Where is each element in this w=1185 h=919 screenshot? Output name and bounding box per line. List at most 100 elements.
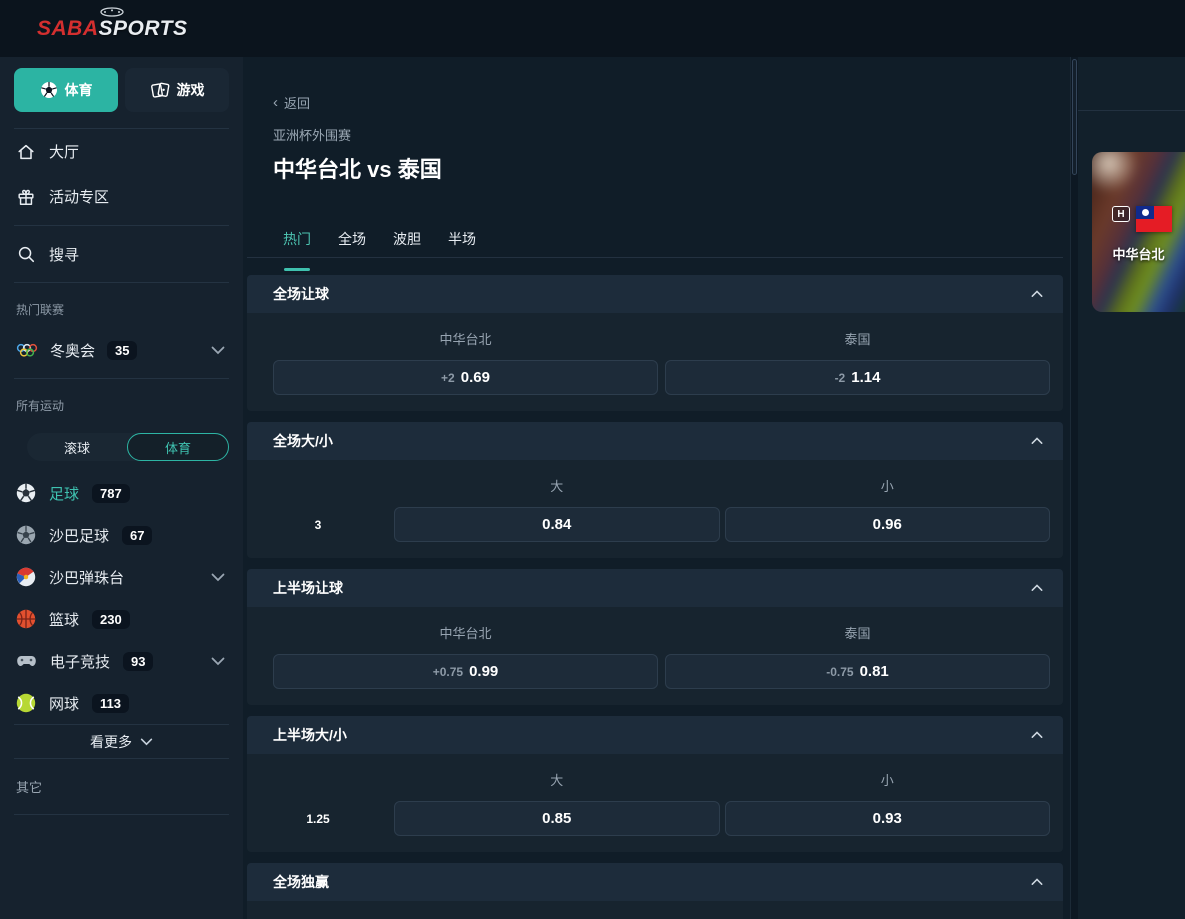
chevron-down-icon[interactable] [211, 657, 225, 666]
column-header-away: 泰国 [665, 329, 1050, 348]
handicap-line: +2 [441, 371, 455, 385]
league-label: 冬奥会 [50, 340, 95, 361]
scrollbar-thumb[interactable] [1072, 59, 1077, 175]
sidebar-item-winter-olympics[interactable]: 冬奥会 35 [0, 322, 243, 378]
column-header-under: 小 [725, 476, 1051, 495]
odds-button-away[interactable]: -2 1.14 [665, 360, 1050, 395]
tennis-icon [16, 693, 36, 713]
market-body: 中华台北 泰国 +2 0.69 -2 1.14 [247, 313, 1063, 411]
odds-button-over[interactable]: 0.84 [394, 507, 720, 542]
games-nav-label: 游戏 [177, 80, 205, 100]
market-header[interactable]: 上半场大/小 [247, 716, 1063, 754]
chevron-up-icon[interactable] [1031, 731, 1043, 739]
column-header-home: 中华台北 [273, 623, 658, 642]
odds-button-home[interactable]: +2 0.69 [273, 360, 658, 395]
tab-hot[interactable]: 热门 [283, 229, 311, 257]
odds-value: 0.69 [461, 369, 490, 386]
chevron-down-icon[interactable] [211, 573, 225, 582]
sports-nav-label: 体育 [65, 80, 93, 100]
sidebar-item-promotions[interactable]: 活动专区 [0, 174, 243, 219]
stadium-photo [1092, 152, 1185, 312]
count-badge: 113 [92, 694, 129, 713]
market-title: 上半场大/小 [273, 725, 347, 745]
sidebar-item-label: 大厅 [49, 141, 79, 162]
sidebar-item-lobby[interactable]: 大厅 [0, 129, 243, 174]
market-title: 上半场让球 [273, 578, 343, 598]
home-team-card[interactable]: H 中华台北 [1092, 152, 1185, 312]
divider [14, 758, 229, 759]
brand-logo[interactable]: SABA SPORTS [37, 17, 187, 41]
chevron-up-icon[interactable] [1031, 584, 1043, 592]
odds-value: 1.14 [851, 369, 880, 386]
sport-label: 沙巴弹珠台 [49, 567, 124, 588]
chevron-down-icon [140, 738, 153, 746]
back-button[interactable]: ‹ 返回 [273, 93, 310, 112]
gift-icon [16, 187, 36, 207]
odds-button-over[interactable]: 0.85 [394, 801, 720, 836]
sidebar-item-saba-pinball[interactable]: 沙巴弹珠台 [0, 556, 243, 598]
market-title: 全场让球 [273, 284, 329, 304]
chevron-up-icon[interactable] [1031, 878, 1043, 886]
brand-logo-saba: SABA [37, 17, 99, 41]
sports-list: 足球 787 沙巴足球 67 沙巴弹珠台 [0, 472, 243, 724]
search-label: 搜寻 [49, 244, 79, 265]
count-badge: 93 [123, 652, 153, 671]
market-header[interactable]: 全场独赢 [247, 863, 1063, 901]
taiwan-flag-icon [1136, 206, 1172, 232]
market-title: 全场大/小 [273, 431, 333, 451]
soccer-ball-icon [40, 81, 58, 99]
cards-icon [150, 81, 170, 99]
market-ft-1x2: 全场独赢 中华台北 和局 泰国 [247, 863, 1063, 919]
sidebar-item-basketball[interactable]: 篮球 230 [0, 598, 243, 640]
odds-button-under[interactable]: 0.93 [725, 801, 1051, 836]
tab-halftime[interactable]: 半场 [448, 229, 476, 257]
sport-label: 足球 [49, 483, 79, 504]
back-label: 返回 [284, 93, 310, 112]
odds-value: 0.99 [469, 663, 498, 680]
hot-leagues-label: 热门联赛 [16, 301, 227, 318]
sidebar-item-tennis[interactable]: 网球 113 [0, 682, 243, 724]
home-icon [16, 142, 36, 162]
chevron-down-icon[interactable] [211, 346, 225, 355]
olympic-rings-icon [16, 343, 38, 358]
market-header[interactable]: 全场让球 [247, 275, 1063, 313]
all-sports-label: 所有运动 [16, 397, 227, 414]
odds-button-away[interactable]: -0.75 0.81 [665, 654, 1050, 689]
odds-button-under[interactable]: 0.96 [725, 507, 1051, 542]
sidebar-item-soccer[interactable]: 足球 787 [0, 472, 243, 514]
market-header[interactable]: 上半场让球 [247, 569, 1063, 607]
toggle-live[interactable]: 滚球 [27, 433, 127, 461]
sport-label: 沙巴足球 [49, 525, 109, 546]
tab-fulltime[interactable]: 全场 [338, 229, 366, 257]
sidebar-item-esports[interactable]: 电子竞技 93 [0, 640, 243, 682]
toggle-sports[interactable]: 体育 [127, 433, 229, 461]
top-header: SABA SPORTS [0, 0, 1185, 57]
market-header[interactable]: 全场大/小 [247, 422, 1063, 460]
vertical-scrollbar[interactable] [1071, 57, 1078, 919]
market-tabs: 热门 全场 波胆 半场 [247, 222, 1063, 258]
market-body: 大 小 3 0.84 0.96 [247, 460, 1063, 558]
chevron-up-icon[interactable] [1031, 290, 1043, 298]
market-ft-over-under: 全场大/小 大 小 3 0.84 0.96 [247, 422, 1063, 558]
count-badge: 230 [92, 610, 130, 629]
market-ft-handicap: 全场让球 中华台北 泰国 +2 0.69 -2 1.14 [247, 275, 1063, 411]
main-content: ‹ 返回 亚洲杯外围赛 中华台北 vs 泰国 热门 全场 波胆 半场 全场让球 … [243, 57, 1071, 919]
games-nav-button[interactable]: 游戏 [125, 68, 229, 112]
column-header-away: 泰国 [665, 623, 1050, 642]
other-section-label: 其它 [16, 777, 227, 796]
odds-button-home[interactable]: +0.75 0.99 [273, 654, 658, 689]
see-more-label: 看更多 [90, 732, 132, 752]
sports-nav-button[interactable]: 体育 [14, 68, 118, 112]
divider [14, 814, 229, 815]
match-title: 中华台北 vs 泰国 [273, 152, 1070, 184]
see-more-button[interactable]: 看更多 [0, 725, 243, 758]
sidebar-item-saba-soccer[interactable]: 沙巴足球 67 [0, 514, 243, 556]
market-ht-over-under: 上半场大/小 大 小 1.25 0.85 0.93 [247, 716, 1063, 852]
tab-correct-score[interactable]: 波胆 [393, 229, 421, 257]
chevron-up-icon[interactable] [1031, 437, 1043, 445]
divider [14, 378, 229, 379]
market-body: 中华台北 泰国 +0.75 0.99 -0.75 0.81 [247, 607, 1063, 705]
sidebar-search[interactable]: 搜寻 [0, 226, 243, 282]
odds-value: 0.84 [542, 516, 571, 533]
handicap-line: -2 [835, 371, 846, 385]
